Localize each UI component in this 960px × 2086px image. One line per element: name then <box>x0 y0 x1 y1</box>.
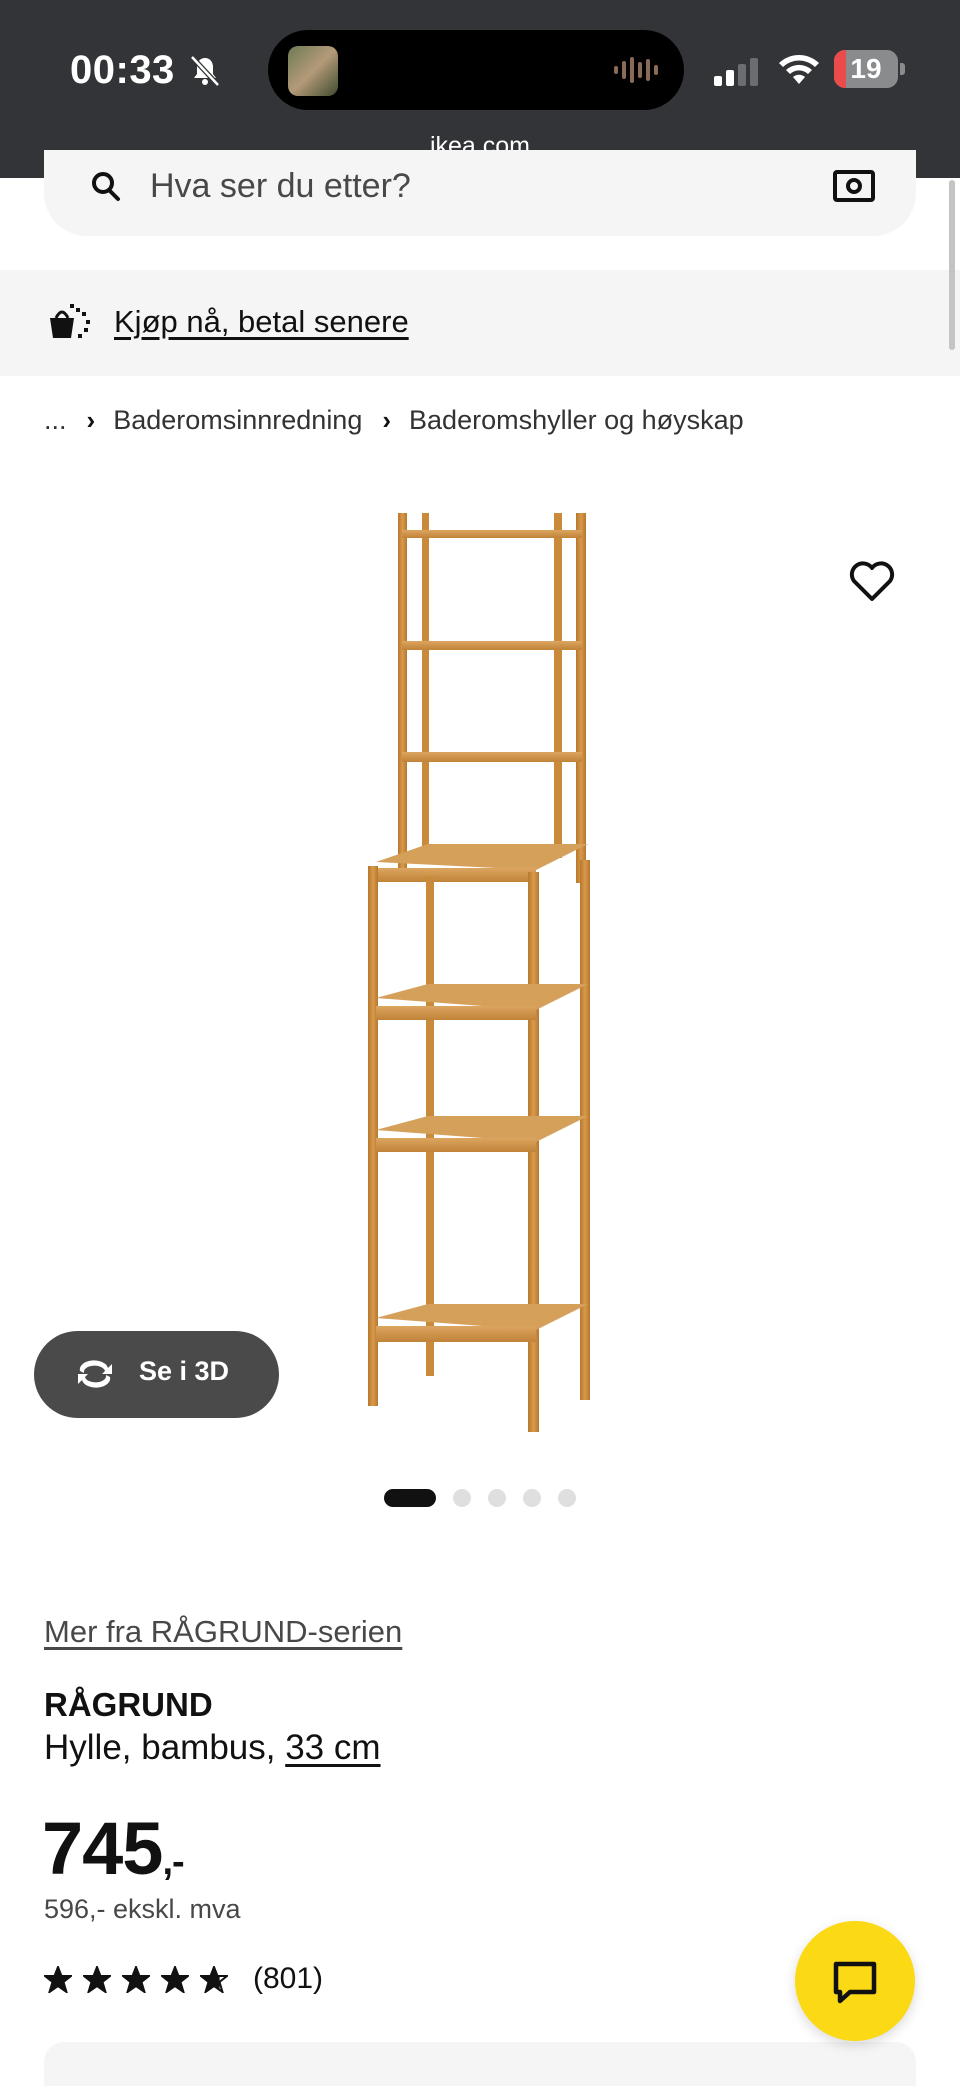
rating-stars <box>44 1965 239 1993</box>
star-icon <box>83 1965 111 1993</box>
rating-count[interactable]: (801) <box>253 1962 323 1996</box>
chat-button[interactable] <box>795 1921 915 2041</box>
gallery-dot[interactable] <box>523 1489 541 1507</box>
chevron-right-icon: › <box>86 405 96 435</box>
chevron-right-icon: › <box>382 405 392 435</box>
clock: 00:33 <box>70 48 175 92</box>
breadcrumb-item[interactable]: Baderomshyller og høyskap <box>409 405 744 436</box>
product-price: 745,- <box>42 1806 185 1891</box>
scrollbar[interactable] <box>949 180 955 350</box>
breadcrumb-item[interactable]: Baderomsinnredning <box>113 405 362 436</box>
audio-wave-icon <box>614 57 658 83</box>
star-icon <box>44 1965 72 1993</box>
product-type: Hylle, bambus, <box>44 1728 276 1767</box>
search-bar[interactable]: Hva ser du etter? <box>44 150 916 236</box>
price-suffix: ,- <box>162 1841 184 1883</box>
breadcrumb: ... › Baderomsinnredning › Baderomshylle… <box>44 405 744 436</box>
gallery-dot[interactable] <box>384 1489 436 1507</box>
gallery-dot[interactable] <box>453 1489 471 1507</box>
star-icon <box>161 1965 189 1993</box>
signal-icon <box>714 58 758 86</box>
price-ex-vat: 596,- ekskl. mva <box>44 1894 241 1924</box>
series-link[interactable]: Mer fra RÅGRUND-serien <box>44 1614 402 1650</box>
battery-percent: 19 <box>850 53 882 84</box>
search-input[interactable]: Hva ser du etter? <box>150 167 411 206</box>
view-3d-button[interactable]: Se i 3D <box>34 1331 279 1418</box>
product-name: RÅGRUND <box>44 1686 213 1723</box>
camera-icon[interactable] <box>832 170 876 202</box>
search-icon[interactable] <box>86 168 126 208</box>
rating[interactable]: (801) <box>44 1962 323 1996</box>
gallery-dot[interactable] <box>488 1489 506 1507</box>
star-icon <box>122 1965 150 1993</box>
bell-slash-icon <box>190 55 220 87</box>
heart-icon[interactable] <box>848 560 896 602</box>
delivery-card[interactable] <box>44 2042 916 2086</box>
promo-banner[interactable]: Kjøp nå, betal senere <box>0 270 960 376</box>
bag-icon <box>50 304 90 338</box>
price-value: 745 <box>42 1807 163 1890</box>
product-description: Hylle, bambus, 33 cm <box>44 1728 381 1768</box>
rotate-3d-icon <box>78 1360 112 1388</box>
dynamic-island[interactable] <box>268 30 684 110</box>
now-playing-artwork <box>288 46 338 96</box>
gallery-dot[interactable] <box>558 1489 576 1507</box>
product-image[interactable] <box>340 500 620 1440</box>
breadcrumb-ellipsis[interactable]: ... <box>44 405 67 436</box>
wifi-icon <box>779 55 819 84</box>
battery-indicator: 19 <box>834 50 905 88</box>
gallery-pagination[interactable] <box>384 1489 593 1507</box>
view-3d-label: Se i 3D <box>139 1356 230 1386</box>
pay-later-link[interactable]: Kjøp nå, betal senere <box>114 304 409 340</box>
star-icon <box>200 1965 228 1993</box>
chat-icon <box>833 1961 877 2004</box>
size-link[interactable]: 33 cm <box>285 1728 380 1767</box>
